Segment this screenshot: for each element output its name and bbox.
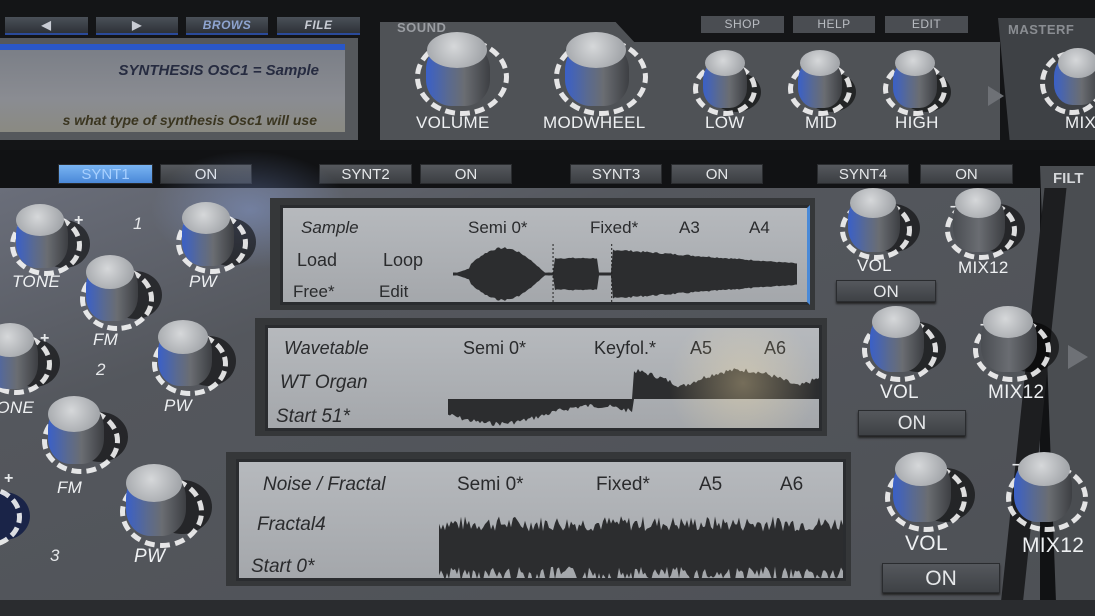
volume-knob[interactable] bbox=[413, 30, 513, 116]
high-knob[interactable] bbox=[883, 50, 953, 116]
master-section-title: MASTERF bbox=[1008, 22, 1075, 37]
osc1-load[interactable]: Load bbox=[297, 250, 337, 271]
info-display: SYNTHESIS OSC1 = Sample s what type of s… bbox=[0, 44, 345, 132]
mix12-knob-1[interactable] bbox=[945, 188, 1025, 260]
osc2-wavetable-name[interactable]: WT Organ bbox=[280, 372, 368, 394]
vol-knob-3[interactable] bbox=[885, 452, 975, 534]
master-mix-label: MIX bbox=[1065, 113, 1095, 132]
osc-number-3: 3 bbox=[50, 546, 60, 565]
osc-display-3: Noise / Fractal Semi 0* Fixed* A5 A6 Fra… bbox=[236, 459, 846, 581]
bottom-edge bbox=[0, 600, 1095, 616]
edit-button[interactable]: EDIT bbox=[885, 16, 968, 33]
mixer-on-button-3[interactable]: ON bbox=[882, 563, 1000, 593]
high-label: HIGH bbox=[895, 113, 939, 132]
fm-label-1: FM bbox=[93, 330, 119, 349]
pw-label-3: PW bbox=[134, 546, 166, 567]
tab-synt4[interactable]: SYNT4 bbox=[817, 164, 909, 184]
osc3-start[interactable]: Start 0* bbox=[251, 556, 314, 578]
file-button[interactable]: FILE bbox=[277, 17, 360, 35]
volume-label: VOLUME bbox=[416, 113, 490, 132]
tab-synt1[interactable]: SYNT1 bbox=[58, 164, 153, 184]
osc1-semi[interactable]: Semi 0* bbox=[468, 218, 528, 238]
fm-knob-1[interactable] bbox=[80, 255, 162, 331]
tone-label-2: TONE bbox=[0, 398, 35, 417]
osc2-semi[interactable]: Semi 0* bbox=[463, 338, 526, 359]
osc1-type[interactable]: Sample bbox=[301, 218, 359, 238]
mid-knob[interactable] bbox=[788, 50, 858, 116]
osc3-waveform[interactable] bbox=[439, 514, 844, 581]
vol-label-1: VOL bbox=[857, 256, 892, 275]
modwheel-label: MODWHEEL bbox=[543, 113, 646, 132]
osc3-fractal-name[interactable]: Fractal4 bbox=[257, 514, 326, 536]
osc1-edit[interactable]: Edit bbox=[379, 282, 408, 302]
low-label: LOW bbox=[705, 113, 745, 132]
tone-knob-2[interactable] bbox=[0, 323, 60, 398]
osc3-mode[interactable]: Fixed* bbox=[596, 474, 650, 496]
synt2-on-button[interactable]: ON bbox=[420, 164, 512, 184]
vol-label-2: VOL bbox=[880, 382, 919, 403]
tab-synt3[interactable]: SYNT3 bbox=[570, 164, 662, 184]
forward-button[interactable]: ▶ bbox=[96, 17, 178, 35]
osc-display-2: Wavetable Semi 0* Keyfol.* A5 A6 WT Orga… bbox=[265, 325, 822, 431]
arrow-right-icon bbox=[1068, 345, 1088, 369]
help-button[interactable]: HELP bbox=[793, 16, 875, 33]
low-knob[interactable] bbox=[693, 50, 763, 116]
pw-knob-1[interactable] bbox=[176, 202, 256, 274]
fm-label-2: FM bbox=[57, 478, 83, 497]
pw-label-1: PW bbox=[189, 272, 217, 291]
vol-knob-2[interactable] bbox=[862, 306, 946, 384]
back-button[interactable]: ◀ bbox=[5, 17, 88, 35]
pw-knob-3[interactable] bbox=[120, 464, 212, 549]
browse-button[interactable]: BROWS bbox=[186, 17, 268, 35]
osc2-mode[interactable]: Keyfol.* bbox=[594, 338, 656, 359]
osc3-semi[interactable]: Semi 0* bbox=[457, 474, 524, 496]
osc-number-2: 2 bbox=[96, 360, 106, 379]
mixer-on-button-2[interactable]: ON bbox=[858, 410, 966, 436]
mix12-knob-3[interactable] bbox=[1006, 452, 1095, 534]
osc-number-1: 1 bbox=[133, 214, 143, 233]
mix12-label-1: MIX12 bbox=[958, 258, 1009, 277]
osc3-note-low[interactable]: A5 bbox=[699, 474, 722, 496]
osc2-type[interactable]: Wavetable bbox=[284, 338, 369, 359]
synt3-on-button[interactable]: ON bbox=[671, 164, 763, 184]
osc3-note-high[interactable]: A6 bbox=[780, 474, 803, 496]
pw-label-2: PW bbox=[164, 396, 192, 415]
osc1-free[interactable]: Free* bbox=[293, 282, 335, 302]
osc1-note-high[interactable]: A4 bbox=[749, 218, 770, 238]
mix12-label-2: MIX12 bbox=[988, 382, 1045, 403]
modwheel-knob[interactable] bbox=[552, 30, 652, 116]
mix12-label-3: MIX12 bbox=[1022, 534, 1085, 557]
osc1-note-low[interactable]: A3 bbox=[679, 218, 700, 238]
tone-knob-1[interactable] bbox=[10, 204, 90, 276]
osc-display-1: Sample Semi 0* Fixed* A3 A4 Load Loop Fr… bbox=[280, 205, 810, 305]
vol-label-3: VOL bbox=[905, 532, 948, 555]
synt4-on-button[interactable]: ON bbox=[920, 164, 1013, 184]
osc1-loop[interactable]: Loop bbox=[383, 250, 423, 271]
filter-section-title: FILT bbox=[1053, 170, 1084, 187]
info-title: SYNTHESIS OSC1 = Sample bbox=[118, 62, 320, 79]
shop-button[interactable]: SHOP bbox=[701, 16, 784, 33]
arrow-right-icon: ▶ bbox=[132, 18, 142, 32]
waveform-shape bbox=[439, 516, 843, 578]
osc3-type[interactable]: Noise / Fractal bbox=[263, 474, 385, 496]
master-mix-knob[interactable] bbox=[1040, 45, 1095, 115]
mixer-on-button-1[interactable]: ON bbox=[836, 280, 936, 302]
fm-knob-2[interactable] bbox=[42, 396, 128, 476]
vol-knob-1[interactable] bbox=[840, 188, 920, 260]
osc2-start[interactable]: Start 51* bbox=[276, 406, 350, 428]
info-description: s what type of synthesis Osc1 will use bbox=[62, 112, 317, 128]
arrow-left-icon: ◀ bbox=[41, 18, 52, 32]
osc1-waveform[interactable] bbox=[453, 244, 798, 304]
arrow-right-icon bbox=[988, 86, 1004, 106]
tone-label-1: TONE bbox=[12, 272, 61, 291]
waveform-shape bbox=[453, 247, 797, 301]
tone-knob-3[interactable] bbox=[0, 476, 30, 551]
pw-knob-2[interactable] bbox=[152, 320, 236, 396]
osc1-mode[interactable]: Fixed* bbox=[590, 218, 638, 238]
mix12-knob-2[interactable] bbox=[973, 306, 1059, 384]
mid-label: MID bbox=[805, 113, 838, 132]
lens-flare bbox=[668, 328, 818, 428]
